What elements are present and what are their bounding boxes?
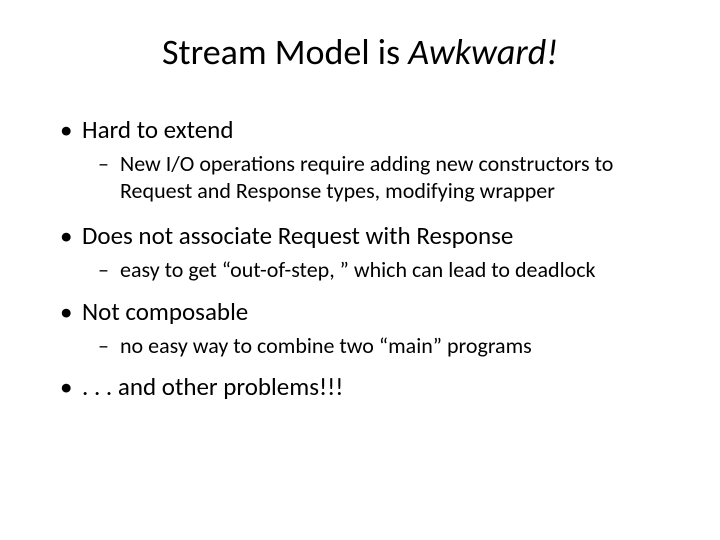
bullet-hard-to-extend: Hard to extend — [60, 114, 660, 145]
bullet-list: Hard to extend New I/O operations requir… — [60, 114, 660, 403]
subbullet-combine-main: no easy way to combine two “main” progra… — [60, 333, 660, 359]
subbullet-io-operations: New I/O operations require adding new co… — [60, 151, 660, 204]
slide-title-part2: Awkward! — [408, 30, 558, 74]
slide: Stream Model is Awkward! Hard to extend … — [0, 0, 720, 540]
title-row: Stream Model is Awkward! — [60, 30, 660, 74]
bullet-request-response: Does not associate Request with Response — [60, 220, 660, 251]
subbullet-out-of-step: easy to get “out-of-step, ” which can le… — [60, 257, 660, 283]
bullet-not-composable: Not composable — [60, 296, 660, 327]
bullet-other-problems: . . . and other problems!!! — [60, 371, 660, 402]
slide-title-part1: Stream Model is — [162, 30, 408, 74]
